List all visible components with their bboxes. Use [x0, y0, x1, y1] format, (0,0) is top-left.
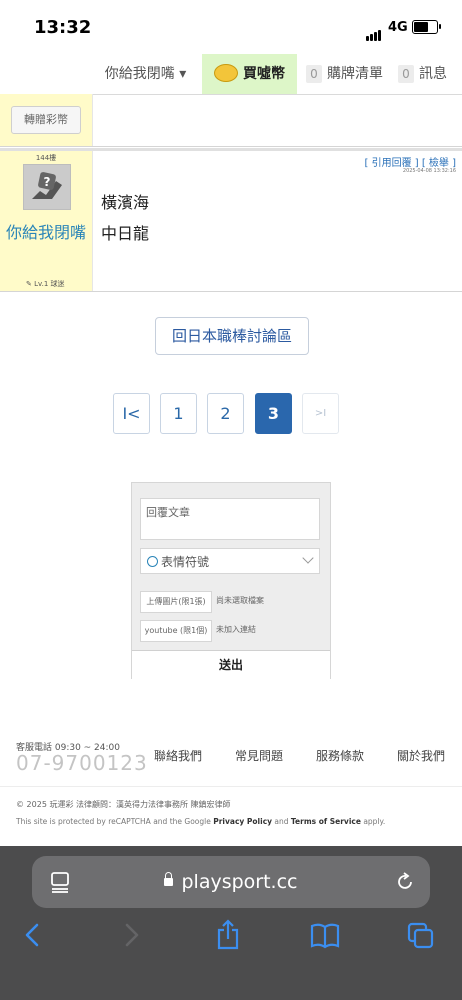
post-144: 144樓 ? 你給我閉嘴 ✎ Lv.1 球迷 [ 引用回覆 ] [ 檢舉 ] 2… — [0, 148, 462, 292]
back-icon[interactable] — [22, 918, 44, 952]
footer-divider — [0, 786, 462, 787]
tabs-icon[interactable] — [406, 918, 436, 952]
url-text: playsport.cc — [181, 871, 298, 893]
first-page-button[interactable]: I< — [113, 393, 150, 434]
recaptcha-notice: This site is protected by reCAPTCHA and … — [16, 817, 385, 826]
page-3-button[interactable]: 3 — [255, 393, 292, 434]
page-2-button[interactable]: 2 — [207, 393, 244, 434]
emoji-select[interactable]: 表情符號 — [140, 548, 320, 574]
buy-coins-label: 買噓幣 — [243, 66, 285, 82]
signal-icon — [366, 22, 382, 41]
buy-coins-button[interactable]: 買噓幣 — [202, 54, 297, 94]
last-page-button[interactable]: >I — [302, 393, 339, 434]
recaptcha-apply: apply. — [360, 817, 386, 826]
recaptcha-text: This site is protected by reCAPTCHA and … — [16, 817, 214, 826]
default-avatar-icon: ? — [24, 165, 70, 209]
faq-link[interactable]: 常見問題 — [235, 747, 283, 764]
terms-of-service-link[interactable]: Terms of Service — [291, 817, 361, 826]
coin-icon — [214, 64, 238, 82]
footer: 客服電話 09:30 ~ 24:00 07-9700123 聯絡我們 常見問題 … — [0, 728, 462, 846]
messages-link[interactable]: 0 訊息 — [398, 54, 447, 94]
submit-button[interactable]: 送出 — [132, 650, 330, 679]
privacy-policy-link[interactable]: Privacy Policy — [213, 817, 272, 826]
purchase-count-badge: 0 — [306, 65, 322, 83]
upload-image-button[interactable]: 上傳圖片(限1張) — [140, 591, 212, 613]
messages-count-badge: 0 — [398, 65, 414, 83]
back-to-board-button[interactable]: 回日本職棒討論區 — [155, 317, 309, 355]
terms-link[interactable]: 服務條款 — [316, 747, 364, 764]
post-actions[interactable]: [ 引用回覆 ] [ 檢舉 ] — [365, 154, 457, 169]
user-level: ✎ Lv.1 球迷 — [26, 280, 65, 288]
reply-form: 回覆文章 表情符號 上傳圖片(限1張) 尚未選取檔案 youtube (限1個)… — [131, 482, 331, 679]
user-menu[interactable]: 你給我閉嘴 ▾ — [92, 54, 199, 94]
reply-textarea[interactable]: 回覆文章 — [140, 498, 320, 540]
about-link[interactable]: 關於我們 — [397, 747, 445, 764]
post-line: 橫濱海 — [101, 193, 150, 212]
bookmarks-icon[interactable] — [309, 918, 341, 952]
youtube-status: 未加入連結 — [216, 625, 256, 634]
youtube-button[interactable]: youtube (限1個) — [140, 620, 212, 642]
chevron-down-icon — [302, 552, 314, 564]
status-bar: 13:32 4G — [0, 0, 462, 54]
forward-icon[interactable] — [120, 918, 142, 952]
page-1-button[interactable]: 1 — [160, 393, 197, 434]
contact-link[interactable]: 聯絡我們 — [154, 747, 202, 764]
messages-label: 訊息 — [419, 66, 447, 82]
copyright: © 2025 玩運彩 法律顧問：漢英得力法律事務所 陳鎮宏律師 — [16, 800, 231, 809]
reload-icon[interactable] — [394, 871, 416, 893]
address-bar[interactable]: playsport.cc — [32, 856, 430, 908]
post-author-panel: 144樓 ? 你給我閉嘴 ✎ Lv.1 球迷 — [0, 151, 93, 291]
url-display: playsport.cc — [32, 856, 430, 908]
purchase-list-link[interactable]: 0 購牌清單 — [306, 54, 383, 94]
gift-row: 轉贈彩幣 — [0, 94, 462, 147]
avatar[interactable]: ? — [23, 164, 71, 210]
top-nav: 你給我閉嘴 ▾ 買噓幣 0 購牌清單 0 訊息 — [0, 54, 462, 95]
smile-icon — [147, 556, 158, 567]
emoji-select-label: 表情符號 — [161, 555, 210, 569]
browser-toolbar: playsport.cc — [0, 846, 462, 1000]
post-line: 中日龍 — [101, 224, 150, 243]
upload-status: 尚未選取檔案 — [216, 596, 264, 605]
post-author[interactable]: 你給我閉嘴 — [0, 221, 92, 245]
share-icon[interactable] — [215, 918, 241, 952]
network-label: 4G — [388, 20, 408, 35]
post-date: 2025-04-08 13:32:16 — [402, 168, 456, 174]
purchase-list-label: 購牌清單 — [327, 66, 383, 82]
svg-text:?: ? — [44, 175, 51, 189]
service-phone[interactable]: 07-9700123 — [16, 751, 148, 775]
post-floor: 144樓 — [35, 154, 57, 162]
status-time: 13:32 — [34, 17, 92, 38]
gift-coins-button[interactable]: 轉贈彩幣 — [11, 106, 81, 134]
battery-icon — [412, 20, 441, 34]
lock-icon — [164, 872, 174, 886]
recaptcha-and: and — [272, 817, 291, 826]
